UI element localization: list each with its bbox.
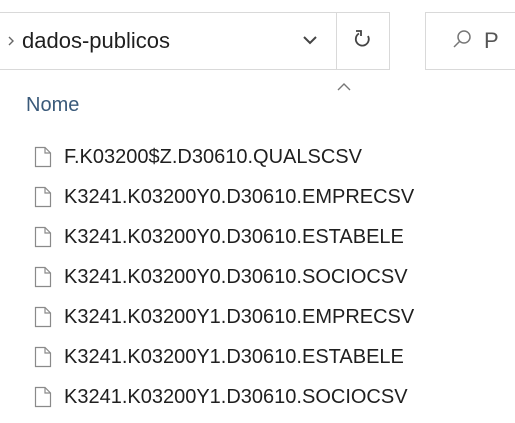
list-item[interactable]: K3241.K03200Y0.D30610.EMPRECSV [34,177,504,217]
file-name: F.K03200$Z.D30610.QUALSCSV [64,145,362,168]
chevron-down-icon [302,32,318,50]
address-dropdown-button[interactable] [284,13,336,69]
address-path[interactable]: dados-publicos [22,28,284,54]
search-input[interactable]: P [425,12,515,70]
file-icon [34,306,52,328]
search-icon [452,29,472,54]
file-name: K3241.K03200Y1.D30610.EMPRECSV [64,305,415,328]
list-item[interactable]: K3241.K03200Y1.D30610.ESTABELE [34,337,504,377]
file-icon [34,226,52,248]
list-item[interactable]: K3241.K03200Y0.D30610.ESTABELE [34,217,504,257]
address-bar[interactable]: dados-publicos [0,12,390,70]
column-header-name[interactable]: Nome [26,94,79,117]
file-name: K3241.K03200Y1.D30610.SOCIOCSV [64,385,408,408]
sort-ascending-icon [336,80,352,94]
list-item[interactable]: F.K03200$Z.D30610.QUALSCSV [34,137,504,177]
refresh-button[interactable] [336,13,389,69]
file-name: K3241.K03200Y1.D30610.ESTABELE [64,345,404,368]
file-name: K3241.K03200Y0.D30610.ESTABELE [64,225,404,248]
file-icon [34,146,52,168]
file-name: K3241.K03200Y0.D30610.EMPRECSV [64,185,415,208]
search-placeholder: P [484,28,499,53]
file-icon [34,346,52,368]
file-icon [34,386,52,408]
file-name: K3241.K03200Y0.D30610.SOCIOCSV [64,265,408,288]
refresh-icon [353,28,373,55]
chevron-right-icon[interactable] [0,36,22,46]
file-icon [34,266,52,288]
list-item[interactable]: K3241.K03200Y1.D30610.SOCIOCSV [34,377,504,417]
list-item[interactable]: K3241.K03200Y0.D30610.SOCIOCSV [34,257,504,297]
file-icon [34,186,52,208]
list-item[interactable]: K3241.K03200Y1.D30610.EMPRECSV [34,297,504,337]
file-explorer: dados-publicos P Nome F.K03200$Z.D30610.… [0,0,515,423]
file-list: F.K03200$Z.D30610.QUALSCSV K3241.K03200Y… [34,137,504,417]
